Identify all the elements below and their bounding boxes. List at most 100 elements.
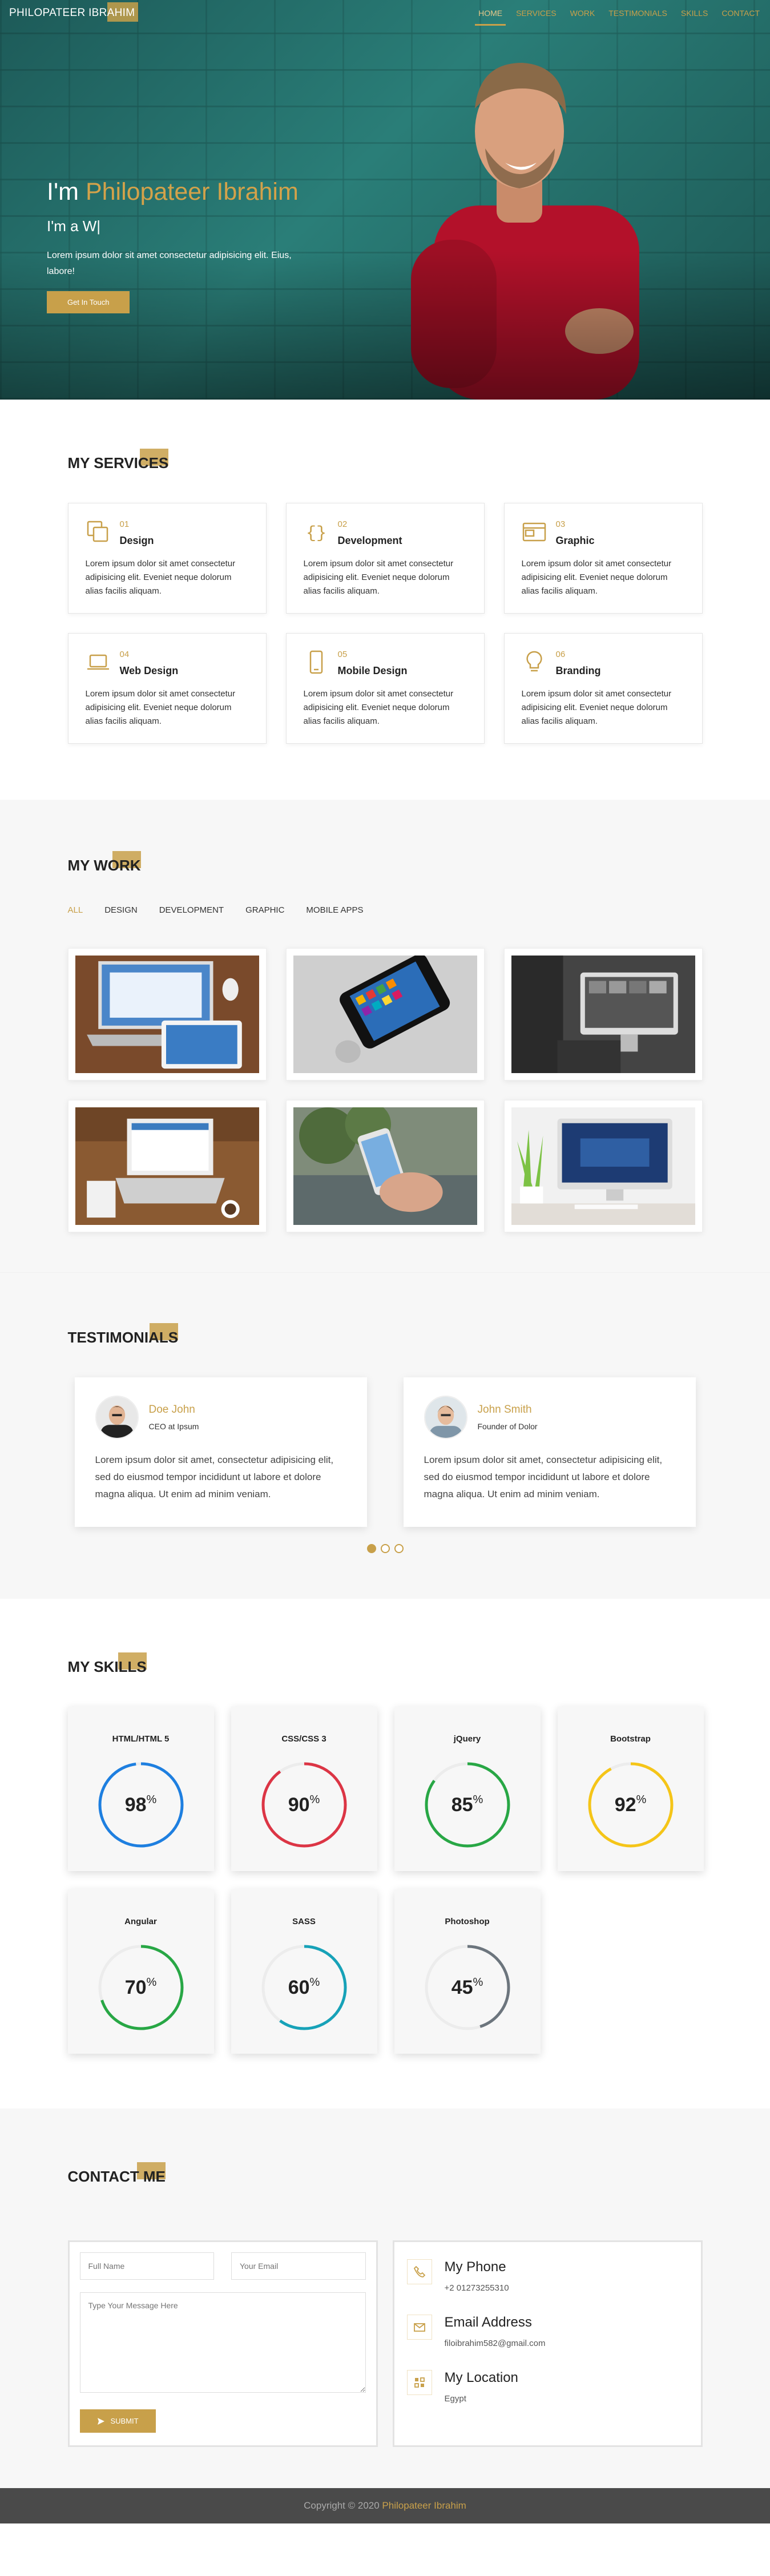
- skill-unit: %: [309, 1976, 320, 1989]
- carousel-dot[interactable]: [394, 1544, 404, 1553]
- submit-label: SUBMIT: [110, 2417, 139, 2425]
- laptop-tablet-photo: [75, 956, 259, 1073]
- footer-name[interactable]: Philopateer Ibrahim: [382, 2500, 466, 2511]
- work-item[interactable]: [67, 1100, 267, 1232]
- map-icon: [406, 2370, 432, 2395]
- contact-section: CONTACT ME SUBMIT My Phone +2 01273255310…: [0, 2109, 770, 2488]
- skill-percent: 70%: [96, 1942, 186, 2033]
- skill-ring: 90%: [259, 1760, 349, 1850]
- skill-value: 85: [451, 1793, 473, 1816]
- service-description: Lorem ipsum dolor sit amet consectetur a…: [521, 559, 672, 596]
- avatar: [95, 1396, 139, 1439]
- skill-card: HTML/HTML 5 98%: [67, 1707, 214, 1871]
- full-name-input[interactable]: [79, 2252, 214, 2280]
- skills-grid: HTML/HTML 5 98% CSS/CSS 3 90% jQuery 85% Bo…: [67, 1707, 704, 2054]
- testimonial-name: Doe John: [148, 1404, 195, 1416]
- hero-subtitle: I'm a W|: [47, 217, 101, 235]
- work-item[interactable]: [67, 948, 267, 1081]
- service-name: Development: [337, 535, 402, 546]
- hero-name: Philopateer Ibrahim: [85, 178, 299, 205]
- footer: Copyright © 2020 Philopateer Ibrahim: [0, 2488, 770, 2523]
- info-detail: filoibrahim582@gmail.com: [444, 2339, 546, 2348]
- hero-section: PHILOPATEER IBRAHIM HOME SERVICES WORK T…: [0, 0, 770, 400]
- message-textarea[interactable]: [79, 2292, 366, 2393]
- services-title: MY SERVICES: [68, 449, 169, 472]
- carousel-dot[interactable]: [366, 1544, 376, 1553]
- nav-link-contact[interactable]: CONTACT: [720, 1, 761, 26]
- skill-unit: %: [636, 1793, 647, 1806]
- filter-graphic[interactable]: GRAPHIC: [245, 905, 284, 915]
- nav-menu: HOME SERVICES WORK TESTIMONIALS SKILLS C…: [475, 1, 761, 26]
- skill-value: 92: [614, 1793, 636, 1816]
- iphone-on-table-photo: [293, 954, 477, 1073]
- mobile-icon: [309, 650, 322, 674]
- service-name: Web Design: [119, 665, 179, 676]
- nav-link-services[interactable]: SERVICES: [515, 1, 558, 26]
- filter-design[interactable]: DESIGN: [104, 905, 138, 915]
- send-icon: [97, 2417, 104, 2425]
- filter-mobile-apps[interactable]: MOBILE APPS: [306, 905, 363, 915]
- skill-percent: 60%: [259, 1942, 349, 2033]
- svg-text:{}: {}: [305, 524, 326, 543]
- service-card: 01 Design Lorem ipsum dolor sit amet cons…: [67, 503, 267, 614]
- info-title: My Phone: [444, 2259, 506, 2275]
- window-icon: [522, 522, 546, 542]
- info-detail: Egypt: [444, 2394, 466, 2404]
- imac-photo: [511, 956, 695, 1073]
- testimonials-section: TESTIMONIALS Doe John CEO at Ipsum Lorem …: [0, 1272, 770, 1599]
- skill-percent: 90%: [259, 1760, 349, 1850]
- skill-unit: %: [146, 1976, 157, 1989]
- laptop-icon: [87, 654, 109, 670]
- filter-development[interactable]: DEVELOPMENT: [159, 905, 224, 915]
- skill-unit: %: [473, 1976, 483, 1989]
- nav-link-testimonials[interactable]: TESTIMONIALS: [607, 1, 668, 26]
- testimonial-role: CEO at Ipsum: [148, 1422, 199, 1431]
- copy-icon: [87, 521, 108, 542]
- site-logo[interactable]: PHILOPATEER IBRAHIM: [9, 2, 139, 22]
- get-in-touch-button[interactable]: Get In Touch: [47, 291, 130, 313]
- skill-unit: %: [309, 1793, 320, 1806]
- service-name: Design: [119, 535, 154, 546]
- work-item[interactable]: [285, 1100, 485, 1232]
- service-number: 06: [555, 650, 566, 659]
- skill-name: SASS: [292, 1917, 316, 1926]
- filter-all[interactable]: ALL: [68, 905, 83, 915]
- carousel-dot[interactable]: [380, 1544, 390, 1553]
- contact-title: CONTACT ME: [68, 2162, 166, 2186]
- skill-ring: 70%: [96, 1942, 186, 2033]
- contact-info-phone: My Phone +2 01273255310: [406, 2256, 688, 2293]
- envelope-icon: [406, 2315, 432, 2340]
- service-card: 03 Graphic Lorem ipsum dolor sit amet con…: [503, 503, 703, 614]
- service-number: 02: [337, 519, 348, 529]
- hero-greeting: I'm: [47, 178, 79, 205]
- email-input[interactable]: [231, 2252, 366, 2280]
- skill-percent: 98%: [96, 1760, 186, 1850]
- skill-value: 98: [124, 1793, 147, 1816]
- skill-percent: 85%: [422, 1760, 513, 1850]
- work-title-text: MY WORK: [67, 857, 141, 874]
- skill-card: Angular 70%: [67, 1889, 214, 2054]
- skill-ring: 85%: [422, 1760, 513, 1850]
- footer-copyright: Copyright © 2020: [304, 2500, 380, 2511]
- lightbulb-icon: [526, 651, 542, 672]
- nav-link-skills[interactable]: SKILLS: [680, 1, 709, 26]
- nav-link-work[interactable]: WORK: [569, 1, 596, 26]
- hero-description: Lorem ipsum dolor sit amet consectetur a…: [47, 251, 292, 276]
- work-item[interactable]: [503, 1100, 703, 1232]
- work-filters: ALL DESIGN DEVELOPMENT GRAPHIC MOBILE AP…: [68, 905, 703, 915]
- nav-link-home[interactable]: HOME: [475, 1, 506, 26]
- submit-button[interactable]: SUBMIT: [79, 2409, 156, 2433]
- skill-unit: %: [146, 1793, 157, 1806]
- work-item[interactable]: [285, 948, 485, 1081]
- skills-title-text: MY SKILLS: [67, 1658, 147, 1675]
- skill-card: SASS 60%: [231, 1889, 377, 2054]
- work-item[interactable]: [503, 948, 703, 1081]
- testimonial-text: Lorem ipsum dolor sit amet, consectetur …: [424, 1454, 663, 1499]
- skill-value: 45: [451, 1976, 473, 1998]
- skill-unit: %: [473, 1793, 483, 1806]
- logo-text: PHILOPATEER IBRAHIM: [9, 7, 135, 19]
- info-detail: +2 01273255310: [444, 2283, 509, 2293]
- skill-value: 70: [124, 1976, 147, 1998]
- phone-icon: [406, 2259, 432, 2284]
- service-description: Lorem ipsum dolor sit amet consectetur a…: [85, 559, 236, 596]
